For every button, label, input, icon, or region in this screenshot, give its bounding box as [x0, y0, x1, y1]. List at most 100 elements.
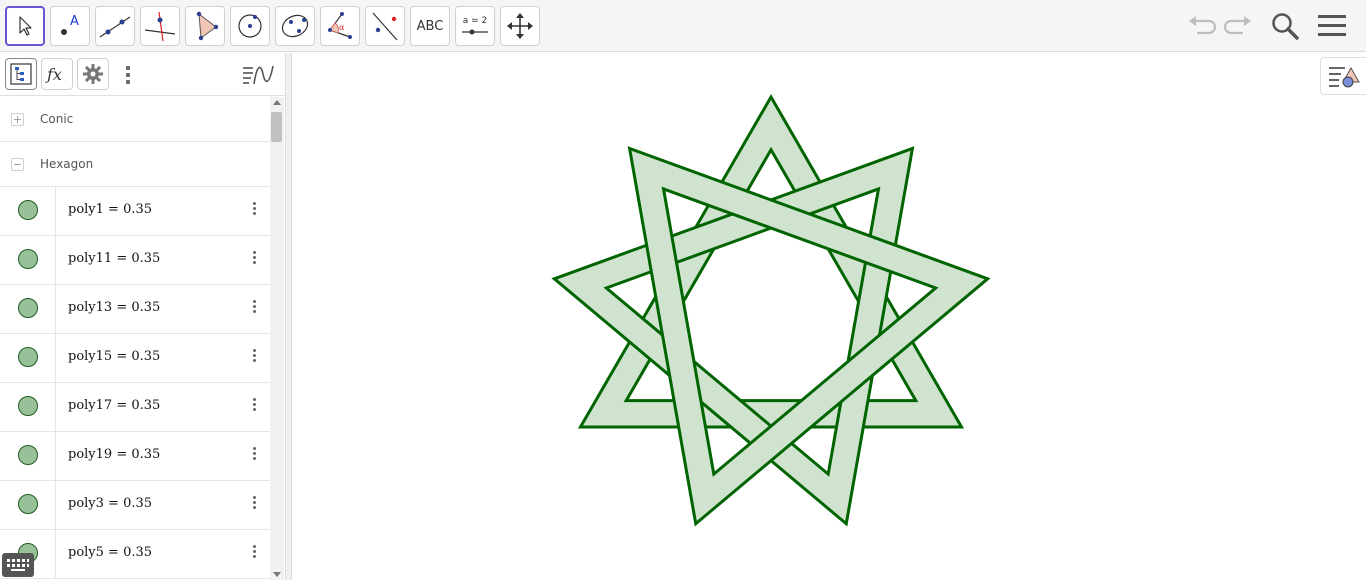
keyboard-icon	[7, 559, 29, 571]
move-tool-button[interactable]	[5, 6, 45, 46]
circle-center-icon	[238, 14, 262, 38]
marble-cell	[0, 481, 56, 529]
marble-cell	[0, 383, 56, 431]
slider-tool-button[interactable]: a = 2	[455, 6, 495, 46]
point-icon: A	[61, 14, 79, 35]
redo-button[interactable]	[1221, 10, 1255, 42]
item-definition[interactable]: poly5 = 0.35	[68, 545, 152, 560]
toggle-graphics-style-button[interactable]	[240, 59, 276, 91]
virtual-keyboard-button[interactable]	[2, 553, 34, 577]
algebra-view-header: ƒx	[0, 53, 285, 96]
line-tool-button[interactable]	[95, 6, 135, 46]
group-label: Conic	[40, 112, 74, 126]
marble-cell	[0, 334, 56, 382]
algebra-item-poly3[interactable]: poly3 = 0.35	[0, 481, 270, 530]
algebra-scrollbar[interactable]	[270, 97, 284, 580]
text-tool-button[interactable]: ABC	[410, 6, 450, 46]
slider-icon: a = 2	[462, 16, 488, 35]
expand-group-icon[interactable]: +	[11, 112, 24, 126]
point-tool-label: A	[70, 14, 79, 29]
visibility-toggle[interactable]	[18, 298, 38, 318]
visibility-toggle[interactable]	[18, 249, 38, 269]
auxiliary-objects-button[interactable]	[5, 58, 37, 90]
ellipse-icon	[281, 14, 309, 38]
undo-icon	[1189, 16, 1217, 35]
visibility-toggle[interactable]	[18, 445, 38, 465]
group-conic[interactable]: + Conic	[0, 97, 270, 142]
ellipse-tool-button[interactable]	[275, 6, 315, 46]
algebra-item-poly17[interactable]: poly17 = 0.35	[0, 383, 270, 432]
visibility-toggle[interactable]	[18, 494, 38, 514]
panel-splitter[interactable]	[285, 53, 292, 580]
item-definition[interactable]: poly1 = 0.35	[68, 202, 152, 217]
angle-tool-label: α	[339, 23, 345, 32]
item-definition[interactable]: poly19 = 0.35	[68, 447, 160, 462]
algebra-graph-icon	[243, 65, 274, 85]
visibility-toggle[interactable]	[18, 347, 38, 367]
algebra-more-options-button[interactable]	[120, 61, 136, 89]
marble-cell	[0, 285, 56, 333]
item-definition[interactable]: poly17 = 0.35	[68, 398, 160, 413]
item-menu-icon[interactable]	[244, 489, 264, 515]
algebra-item-poly11[interactable]: poly11 = 0.35	[0, 236, 270, 285]
move-graphics-view-button[interactable]	[500, 6, 540, 46]
item-menu-icon[interactable]	[244, 195, 264, 221]
algebra-item-poly15[interactable]: poly15 = 0.35	[0, 334, 270, 383]
search-button[interactable]	[1268, 10, 1302, 42]
reflect-about-line-icon	[372, 12, 398, 41]
angle-icon: α	[328, 12, 352, 39]
item-menu-icon[interactable]	[244, 391, 264, 417]
function-inspector-button[interactable]: ƒx	[41, 58, 73, 90]
algebra-view: ƒx + Conic − Hexagon poly1 = 0.35 poly11…	[0, 53, 285, 580]
scroll-down-icon[interactable]	[273, 572, 281, 577]
move-arrows-icon	[507, 13, 533, 39]
visibility-toggle[interactable]	[18, 200, 38, 220]
marble-cell	[0, 187, 56, 235]
svg-text:ƒx: ƒx	[45, 65, 62, 84]
main-menu-button[interactable]	[1315, 10, 1349, 42]
item-menu-icon[interactable]	[244, 342, 264, 368]
star-construction[interactable]	[292, 53, 1366, 580]
redo-icon	[1223, 16, 1251, 35]
undo-button[interactable]	[1185, 10, 1219, 42]
algebra-item-poly19[interactable]: poly19 = 0.35	[0, 432, 270, 481]
item-definition[interactable]: poly15 = 0.35	[68, 349, 160, 364]
algebra-item-poly1[interactable]: poly1 = 0.35	[0, 187, 270, 236]
group-label: Hexagon	[40, 157, 94, 171]
item-menu-icon[interactable]	[244, 440, 264, 466]
text-tool-label: ABC	[416, 18, 444, 34]
visibility-toggle[interactable]	[18, 396, 38, 416]
graphics-view[interactable]	[292, 53, 1366, 580]
item-menu-icon[interactable]	[244, 244, 264, 270]
graphics-style-bar-button[interactable]	[1320, 57, 1366, 95]
angle-tool-button[interactable]: α	[320, 6, 360, 46]
item-definition[interactable]: poly11 = 0.35	[68, 251, 160, 266]
item-menu-icon[interactable]	[244, 538, 264, 564]
collapse-group-icon[interactable]: −	[11, 157, 24, 171]
scrollbar-thumb[interactable]	[271, 112, 282, 142]
cursor-arrow-icon	[19, 16, 32, 36]
item-menu-icon[interactable]	[244, 293, 264, 319]
line-icon	[99, 16, 131, 38]
algebra-item-poly13[interactable]: poly13 = 0.35	[0, 285, 270, 334]
search-icon	[1272, 13, 1299, 40]
perpendicular-line-tool-button[interactable]	[140, 6, 180, 46]
point-tool-button[interactable]: A	[50, 6, 90, 46]
item-definition[interactable]: poly13 = 0.35	[68, 300, 160, 315]
scroll-up-icon[interactable]	[273, 100, 281, 105]
polygon-tool-button[interactable]	[185, 6, 225, 46]
perpendicular-line-icon	[144, 11, 176, 42]
circle-tool-button[interactable]	[230, 6, 270, 46]
main-toolbar: A α ABC a = 2	[0, 0, 1366, 52]
tree-view-icon	[10, 63, 32, 85]
slider-tool-label: a = 2	[463, 16, 488, 26]
algebra-list: + Conic − Hexagon poly1 = 0.35 poly11 = …	[0, 97, 270, 580]
style-bar-icon	[1328, 66, 1360, 88]
item-definition[interactable]: poly3 = 0.35	[68, 496, 152, 511]
hamburger-menu-icon	[1318, 15, 1346, 36]
algebra-item-poly5[interactable]: poly5 = 0.35	[0, 530, 270, 579]
group-hexagon[interactable]: − Hexagon	[0, 142, 270, 187]
settings-button[interactable]	[77, 58, 109, 90]
reflect-tool-button[interactable]	[365, 6, 405, 46]
polygon-icon	[196, 11, 219, 41]
